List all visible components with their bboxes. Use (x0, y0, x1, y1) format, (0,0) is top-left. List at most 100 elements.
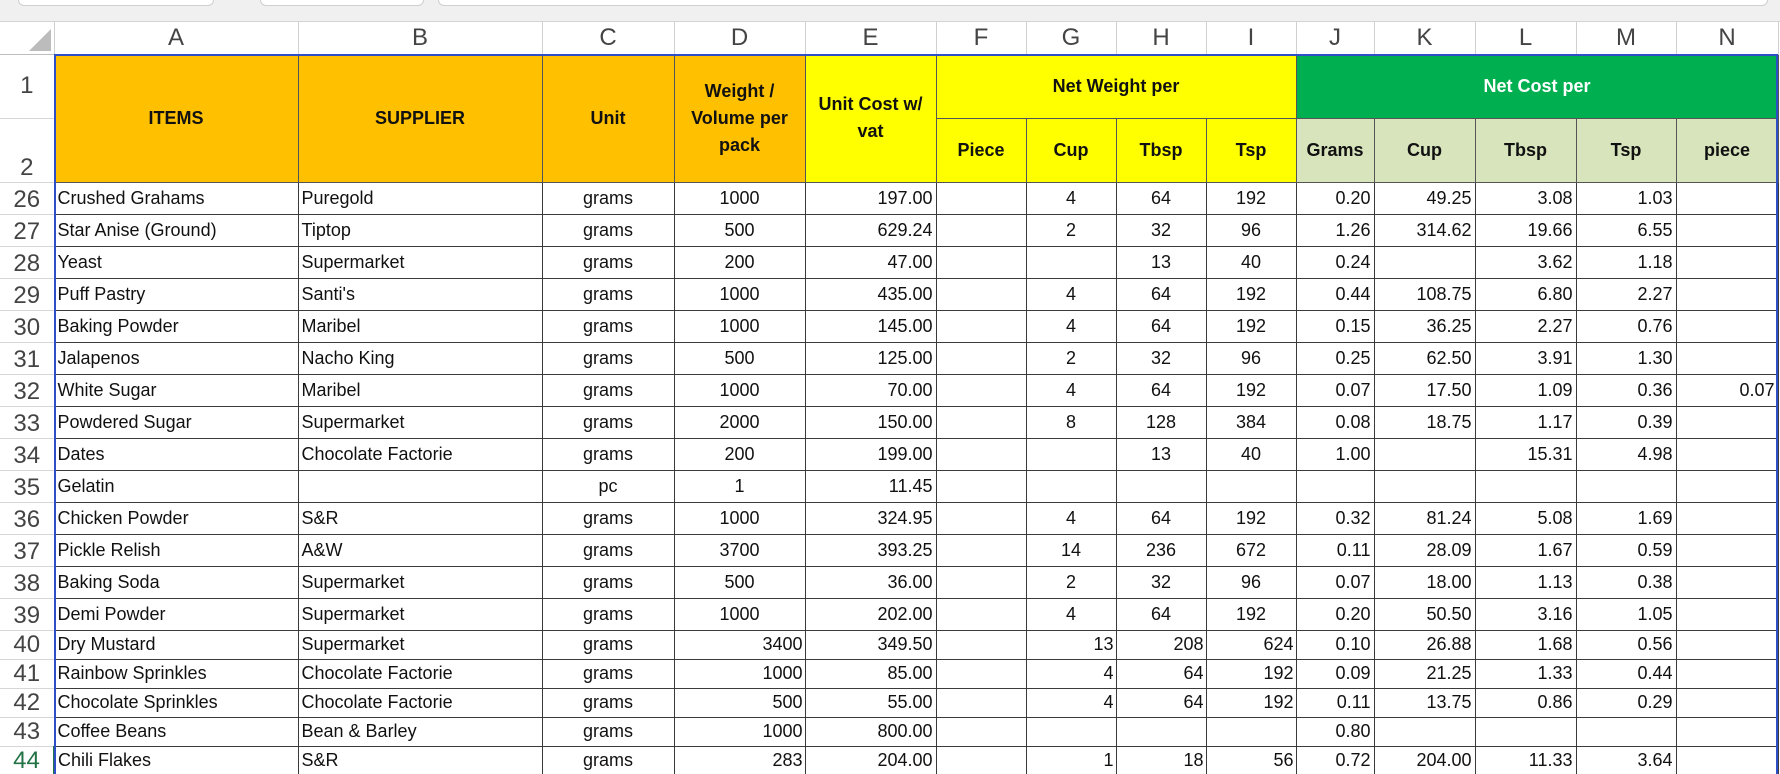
cell-cost-tsp[interactable]: 0.39 (1575, 405, 1677, 439)
cell-supplier[interactable]: Maribel (297, 309, 543, 343)
row-number[interactable]: 37 (0, 534, 55, 567)
cell-unit[interactable]: grams (541, 181, 675, 215)
cell-net-weight-cup[interactable]: 8 (1025, 405, 1117, 439)
cell-net-weight-cup[interactable] (1025, 437, 1117, 471)
cell-supplier[interactable]: Bean & Barley (297, 716, 543, 747)
cell-net-weight-tbsp[interactable]: 236 (1115, 533, 1207, 567)
table-row[interactable]: 35 Gelatin pc 1 11.45 (0, 469, 1779, 503)
table-row[interactable]: 38 Baking Soda Supermarket grams 500 36.00 2 32… (0, 565, 1779, 599)
column-header-i[interactable]: I (1206, 22, 1297, 55)
table-row[interactable]: 40 Dry Mustard Supermarket grams 3400 349.50 1… (0, 629, 1779, 660)
cell-net-weight-tsp[interactable]: 192 (1205, 373, 1297, 407)
cell-weight[interactable]: 500 (673, 565, 806, 599)
cell-net-weight-piece[interactable] (935, 469, 1027, 503)
cell-cost-grams[interactable]: 0.11 (1295, 687, 1375, 718)
row-number[interactable]: 30 (0, 310, 55, 343)
row-number-1[interactable]: 1 (0, 54, 55, 119)
table-row[interactable]: 30 Baking Powder Maribel grams 1000 145.00 4 64… (0, 309, 1779, 343)
cell-weight[interactable]: 1000 (673, 309, 806, 343)
cell-item[interactable]: Chocolate Sprinkles (53, 687, 299, 718)
cell-net-weight-piece[interactable] (935, 658, 1027, 689)
header-cup[interactable]: Cup (1025, 117, 1117, 183)
cell-net-weight-piece[interactable] (935, 309, 1027, 343)
header-cost-cup[interactable]: Cup (1373, 117, 1476, 183)
cell-cost-grams[interactable]: 0.24 (1295, 245, 1375, 279)
cell-cost-tsp[interactable]: 0.59 (1575, 533, 1677, 567)
cell-weight[interactable]: 1 (673, 469, 806, 503)
cell-net-weight-tsp[interactable] (1205, 716, 1297, 747)
cell-weight[interactable]: 1000 (673, 277, 806, 311)
formula-controls[interactable] (260, 0, 424, 6)
cell-unit-cost[interactable]: 11.45 (804, 469, 937, 503)
cell-net-weight-tbsp[interactable]: 208 (1115, 629, 1207, 660)
cell-supplier[interactable]: Chocolate Factorie (297, 658, 543, 689)
header-piece[interactable]: Piece (935, 117, 1027, 183)
cell-weight[interactable]: 500 (673, 341, 806, 375)
cell-cost-tsp[interactable]: 0.44 (1575, 658, 1677, 689)
row-number-2[interactable]: 2 (0, 118, 55, 183)
cell-unit-cost[interactable]: 349.50 (804, 629, 937, 660)
cell-cost-tsp[interactable]: 0.56 (1575, 629, 1677, 660)
cell-item[interactable]: Pickle Relish (53, 533, 299, 567)
cell-cost-piece[interactable] (1675, 716, 1779, 747)
cell-cost-tsp[interactable] (1575, 469, 1677, 503)
table-row[interactable]: 36 Chicken Powder S&R grams 1000 324.95 4 64 192… (0, 501, 1779, 535)
cell-item[interactable]: Dry Mustard (53, 629, 299, 660)
cell-net-weight-tsp[interactable]: 192 (1205, 597, 1297, 631)
cell-cost-cup[interactable] (1373, 245, 1476, 279)
cell-cost-tbsp[interactable]: 1.67 (1474, 533, 1577, 567)
cell-unit[interactable]: grams (541, 745, 675, 774)
cell-net-weight-tsp[interactable]: 40 (1205, 245, 1297, 279)
cell-cost-tbsp[interactable]: 15.31 (1474, 437, 1577, 471)
cell-cost-grams[interactable]: 1.00 (1295, 437, 1375, 471)
cell-cost-piece[interactable] (1675, 405, 1779, 439)
cell-item[interactable]: Puff Pastry (53, 277, 299, 311)
cell-net-weight-cup[interactable]: 14 (1025, 533, 1117, 567)
cell-net-weight-cup[interactable]: 4 (1025, 181, 1117, 215)
cell-net-weight-tbsp[interactable]: 128 (1115, 405, 1207, 439)
cell-net-weight-tsp[interactable]: 624 (1205, 629, 1297, 660)
cell-unit[interactable]: grams (541, 687, 675, 718)
cell-unit-cost[interactable]: 36.00 (804, 565, 937, 599)
cell-cost-tbsp[interactable]: 1.33 (1474, 658, 1577, 689)
cell-cost-cup[interactable]: 18.75 (1373, 405, 1476, 439)
cell-net-weight-tsp[interactable]: 192 (1205, 501, 1297, 535)
cell-weight[interactable]: 1000 (673, 181, 806, 215)
cell-cost-tbsp[interactable]: 0.86 (1474, 687, 1577, 718)
cell-weight[interactable]: 1000 (673, 501, 806, 535)
cell-unit[interactable]: grams (541, 213, 675, 247)
cell-item[interactable]: Star Anise (Ground) (53, 213, 299, 247)
cell-net-weight-piece[interactable] (935, 565, 1027, 599)
cell-cost-grams[interactable]: 0.20 (1295, 597, 1375, 631)
cell-item[interactable]: Dates (53, 437, 299, 471)
cell-supplier[interactable]: Nacho King (297, 341, 543, 375)
cell-cost-piece[interactable] (1675, 687, 1779, 718)
cell-supplier[interactable]: S&R (297, 745, 543, 774)
cell-net-weight-tsp[interactable]: 56 (1205, 745, 1297, 774)
cell-net-weight-piece[interactable] (935, 437, 1027, 471)
cell-net-weight-tbsp[interactable]: 64 (1115, 373, 1207, 407)
row-number[interactable]: 34 (0, 438, 55, 471)
cell-unit-cost[interactable]: 393.25 (804, 533, 937, 567)
cell-weight[interactable]: 283 (673, 745, 806, 774)
table-row[interactable]: 39 Demi Powder Supermarket grams 1000 202.00 4… (0, 597, 1779, 631)
table-row[interactable]: 43 Coffee Beans Bean & Barley grams 1000 800.… (0, 716, 1779, 747)
cell-weight[interactable]: 500 (673, 213, 806, 247)
cell-net-weight-tbsp[interactable]: 64 (1115, 658, 1207, 689)
cell-net-weight-cup[interactable]: 2 (1025, 565, 1117, 599)
cell-cost-grams[interactable]: 0.25 (1295, 341, 1375, 375)
cell-net-weight-tsp[interactable]: 192 (1205, 181, 1297, 215)
cell-supplier[interactable]: Tiptop (297, 213, 543, 247)
row-number[interactable]: 26 (0, 182, 55, 215)
cell-net-weight-piece[interactable] (935, 687, 1027, 718)
cell-net-weight-cup[interactable]: 4 (1025, 597, 1117, 631)
row-number[interactable]: 32 (0, 374, 55, 407)
cell-net-weight-cup[interactable]: 4 (1025, 687, 1117, 718)
cell-cost-piece[interactable] (1675, 341, 1779, 375)
cell-cost-tbsp[interactable]: 3.62 (1474, 245, 1577, 279)
cell-item[interactable]: Jalapenos (53, 341, 299, 375)
cell-supplier[interactable] (297, 469, 543, 503)
cell-cost-grams[interactable]: 0.11 (1295, 533, 1375, 567)
cell-cost-piece[interactable] (1675, 629, 1779, 660)
cell-cost-grams[interactable]: 0.72 (1295, 745, 1375, 774)
